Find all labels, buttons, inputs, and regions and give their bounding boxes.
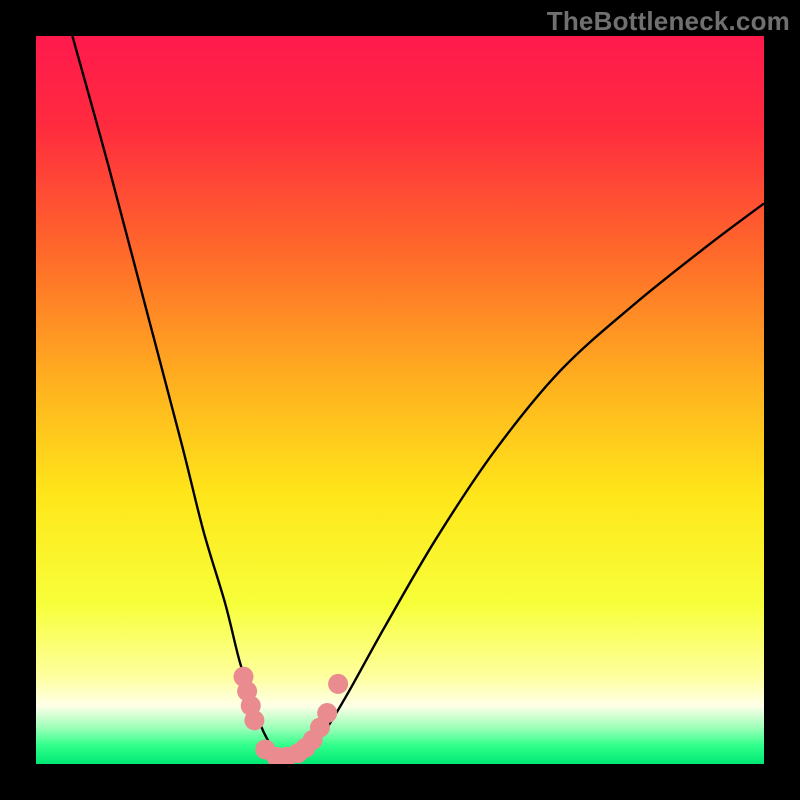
watermark-text: TheBottleneck.com xyxy=(547,6,790,37)
marker-point xyxy=(328,674,348,694)
plot-area xyxy=(36,36,764,764)
marker-point xyxy=(244,710,264,730)
gradient-background xyxy=(36,36,764,764)
outer-frame: TheBottleneck.com xyxy=(0,0,800,800)
marker-point xyxy=(317,703,337,723)
bottleneck-chart xyxy=(36,36,764,764)
